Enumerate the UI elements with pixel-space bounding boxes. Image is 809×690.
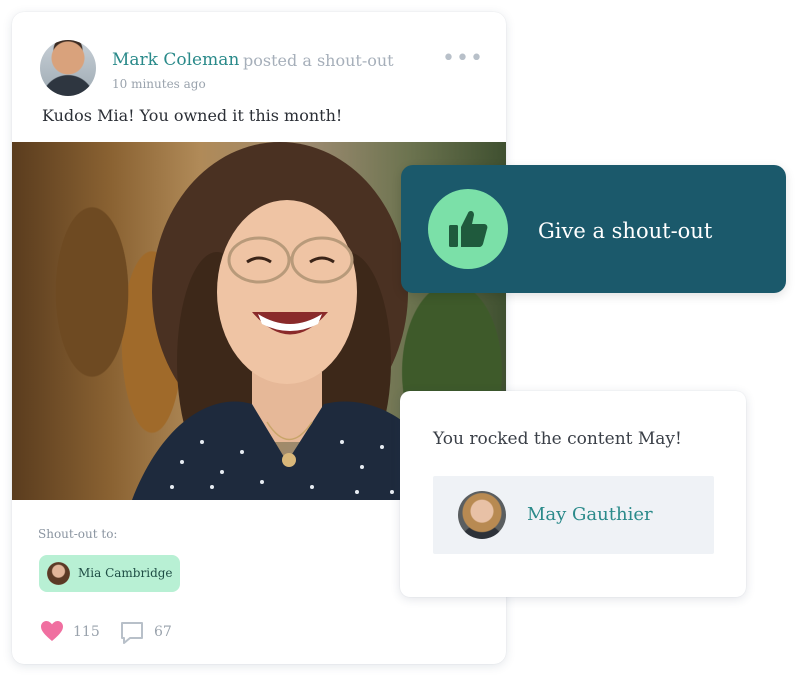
shoutout-to-label: Shout-out to: [38,527,118,541]
author-avatar[interactable] [40,40,96,96]
more-options-icon[interactable]: ••• [442,48,483,70]
thumbs-up-icon-circle [428,189,508,269]
post-message: Kudos Mia! You owned it this month! [42,106,343,125]
preview-recipient[interactable]: May Gauthier [433,476,714,554]
comment-icon[interactable] [119,620,145,646]
preview-recipient-avatar [458,491,506,539]
thumbs-up-icon [449,210,488,247]
heart-icon[interactable] [40,620,64,642]
author-name[interactable]: Mark Coleman [112,50,239,70]
recipient-avatar [47,562,70,585]
shoutout-recipient-chip[interactable]: Mia Cambridge [39,555,180,592]
comment-count: 67 [154,624,172,640]
like-count: 115 [73,624,100,640]
post-action-text: posted a shout-out [243,51,394,70]
shoutout-preview-card: You rocked the content May! May Gauthier [400,391,746,597]
give-shoutout-button[interactable]: Give a shout-out [401,165,786,293]
give-shoutout-label: Give a shout-out [538,219,713,243]
post-timestamp: 10 minutes ago [112,77,206,91]
preview-recipient-name: May Gauthier [527,504,653,525]
preview-message: You rocked the content May! [433,429,682,449]
recipient-name: Mia Cambridge [78,566,173,580]
